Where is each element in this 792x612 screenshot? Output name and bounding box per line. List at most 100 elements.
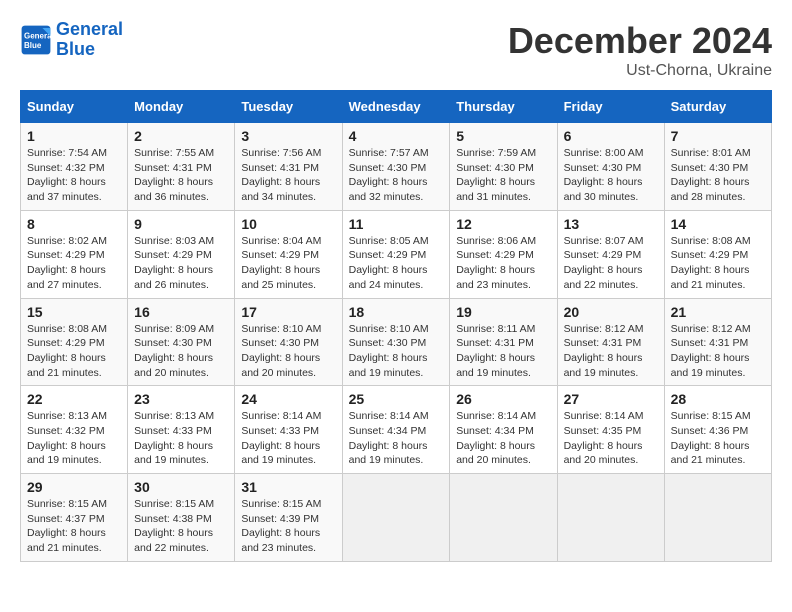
table-row: 22 Sunrise: 8:13 AMSunset: 4:32 PMDaylig…: [21, 386, 128, 474]
day-info: Sunrise: 7:55 AMSunset: 4:31 PMDaylight:…: [134, 147, 214, 203]
day-info: Sunrise: 8:15 AMSunset: 4:39 PMDaylight:…: [241, 498, 321, 554]
day-info: Sunrise: 8:08 AMSunset: 4:29 PMDaylight:…: [27, 323, 107, 379]
day-info: Sunrise: 8:04 AMSunset: 4:29 PMDaylight:…: [241, 235, 321, 291]
day-info: Sunrise: 8:14 AMSunset: 4:35 PMDaylight:…: [564, 410, 644, 466]
table-row: 17 Sunrise: 8:10 AMSunset: 4:30 PMDaylig…: [235, 298, 342, 386]
table-row: [450, 474, 557, 562]
day-number: 3: [241, 128, 335, 144]
day-info: Sunrise: 8:06 AMSunset: 4:29 PMDaylight:…: [456, 235, 536, 291]
col-monday: Monday: [128, 91, 235, 123]
table-row: [664, 474, 771, 562]
table-row: 13 Sunrise: 8:07 AMSunset: 4:29 PMDaylig…: [557, 210, 664, 298]
logo: General Blue General Blue: [20, 20, 123, 60]
col-thursday: Thursday: [450, 91, 557, 123]
day-number: 19: [456, 304, 550, 320]
day-info: Sunrise: 8:02 AMSunset: 4:29 PMDaylight:…: [27, 235, 107, 291]
logo-line1: General: [56, 19, 123, 39]
calendar-row: 1 Sunrise: 7:54 AMSunset: 4:32 PMDayligh…: [21, 123, 772, 211]
svg-text:Blue: Blue: [24, 41, 42, 50]
day-info: Sunrise: 8:03 AMSunset: 4:29 PMDaylight:…: [134, 235, 214, 291]
day-number: 21: [671, 304, 765, 320]
day-info: Sunrise: 8:14 AMSunset: 4:34 PMDaylight:…: [349, 410, 429, 466]
table-row: 16 Sunrise: 8:09 AMSunset: 4:30 PMDaylig…: [128, 298, 235, 386]
day-info: Sunrise: 7:57 AMSunset: 4:30 PMDaylight:…: [349, 147, 429, 203]
col-saturday: Saturday: [664, 91, 771, 123]
day-number: 5: [456, 128, 550, 144]
day-number: 20: [564, 304, 658, 320]
month-title: December 2024: [508, 20, 772, 62]
logo-icon: General Blue: [20, 24, 52, 56]
day-number: 13: [564, 216, 658, 232]
header-row: Sunday Monday Tuesday Wednesday Thursday…: [21, 91, 772, 123]
table-row: 18 Sunrise: 8:10 AMSunset: 4:30 PMDaylig…: [342, 298, 450, 386]
col-tuesday: Tuesday: [235, 91, 342, 123]
day-number: 30: [134, 479, 228, 495]
table-row: 14 Sunrise: 8:08 AMSunset: 4:29 PMDaylig…: [664, 210, 771, 298]
day-info: Sunrise: 8:05 AMSunset: 4:29 PMDaylight:…: [349, 235, 429, 291]
day-info: Sunrise: 8:11 AMSunset: 4:31 PMDaylight:…: [456, 323, 535, 379]
day-number: 16: [134, 304, 228, 320]
day-info: Sunrise: 8:14 AMSunset: 4:33 PMDaylight:…: [241, 410, 321, 466]
day-info: Sunrise: 8:12 AMSunset: 4:31 PMDaylight:…: [564, 323, 644, 379]
day-info: Sunrise: 7:59 AMSunset: 4:30 PMDaylight:…: [456, 147, 536, 203]
table-row: 23 Sunrise: 8:13 AMSunset: 4:33 PMDaylig…: [128, 386, 235, 474]
table-row: 15 Sunrise: 8:08 AMSunset: 4:29 PMDaylig…: [21, 298, 128, 386]
table-row: 2 Sunrise: 7:55 AMSunset: 4:31 PMDayligh…: [128, 123, 235, 211]
location: Ust-Chorna, Ukraine: [508, 62, 772, 80]
day-number: 10: [241, 216, 335, 232]
day-number: 23: [134, 391, 228, 407]
table-row: 8 Sunrise: 8:02 AMSunset: 4:29 PMDayligh…: [21, 210, 128, 298]
table-row: 29 Sunrise: 8:15 AMSunset: 4:37 PMDaylig…: [21, 474, 128, 562]
day-number: 29: [27, 479, 121, 495]
logo-line2: Blue: [56, 39, 95, 59]
calendar-row: 29 Sunrise: 8:15 AMSunset: 4:37 PMDaylig…: [21, 474, 772, 562]
table-row: 11 Sunrise: 8:05 AMSunset: 4:29 PMDaylig…: [342, 210, 450, 298]
day-number: 1: [27, 128, 121, 144]
day-number: 11: [349, 216, 444, 232]
table-row: [342, 474, 450, 562]
day-info: Sunrise: 8:01 AMSunset: 4:30 PMDaylight:…: [671, 147, 751, 203]
day-number: 18: [349, 304, 444, 320]
table-row: 25 Sunrise: 8:14 AMSunset: 4:34 PMDaylig…: [342, 386, 450, 474]
col-sunday: Sunday: [21, 91, 128, 123]
calendar-row: 8 Sunrise: 8:02 AMSunset: 4:29 PMDayligh…: [21, 210, 772, 298]
table-row: 7 Sunrise: 8:01 AMSunset: 4:30 PMDayligh…: [664, 123, 771, 211]
day-info: Sunrise: 8:00 AMSunset: 4:30 PMDaylight:…: [564, 147, 644, 203]
col-wednesday: Wednesday: [342, 91, 450, 123]
day-number: 26: [456, 391, 550, 407]
table-row: 5 Sunrise: 7:59 AMSunset: 4:30 PMDayligh…: [450, 123, 557, 211]
day-number: 8: [27, 216, 121, 232]
day-number: 4: [349, 128, 444, 144]
day-info: Sunrise: 8:10 AMSunset: 4:30 PMDaylight:…: [349, 323, 429, 379]
day-info: Sunrise: 8:15 AMSunset: 4:38 PMDaylight:…: [134, 498, 214, 554]
day-info: Sunrise: 8:15 AMSunset: 4:36 PMDaylight:…: [671, 410, 751, 466]
day-info: Sunrise: 8:10 AMSunset: 4:30 PMDaylight:…: [241, 323, 321, 379]
table-row: 19 Sunrise: 8:11 AMSunset: 4:31 PMDaylig…: [450, 298, 557, 386]
day-number: 6: [564, 128, 658, 144]
day-info: Sunrise: 8:14 AMSunset: 4:34 PMDaylight:…: [456, 410, 536, 466]
day-number: 12: [456, 216, 550, 232]
day-number: 22: [27, 391, 121, 407]
table-row: 1 Sunrise: 7:54 AMSunset: 4:32 PMDayligh…: [21, 123, 128, 211]
day-number: 31: [241, 479, 335, 495]
day-info: Sunrise: 7:56 AMSunset: 4:31 PMDaylight:…: [241, 147, 321, 203]
day-number: 15: [27, 304, 121, 320]
calendar-row: 22 Sunrise: 8:13 AMSunset: 4:32 PMDaylig…: [21, 386, 772, 474]
table-row: 3 Sunrise: 7:56 AMSunset: 4:31 PMDayligh…: [235, 123, 342, 211]
table-row: [557, 474, 664, 562]
table-row: 28 Sunrise: 8:15 AMSunset: 4:36 PMDaylig…: [664, 386, 771, 474]
day-number: 14: [671, 216, 765, 232]
table-row: 6 Sunrise: 8:00 AMSunset: 4:30 PMDayligh…: [557, 123, 664, 211]
calendar-table: Sunday Monday Tuesday Wednesday Thursday…: [20, 90, 772, 562]
day-info: Sunrise: 8:13 AMSunset: 4:33 PMDaylight:…: [134, 410, 214, 466]
day-number: 28: [671, 391, 765, 407]
table-row: 30 Sunrise: 8:15 AMSunset: 4:38 PMDaylig…: [128, 474, 235, 562]
day-info: Sunrise: 8:09 AMSunset: 4:30 PMDaylight:…: [134, 323, 214, 379]
page-header: General Blue General Blue December 2024 …: [20, 20, 772, 80]
day-number: 17: [241, 304, 335, 320]
table-row: 24 Sunrise: 8:14 AMSunset: 4:33 PMDaylig…: [235, 386, 342, 474]
day-info: Sunrise: 8:12 AMSunset: 4:31 PMDaylight:…: [671, 323, 751, 379]
table-row: 20 Sunrise: 8:12 AMSunset: 4:31 PMDaylig…: [557, 298, 664, 386]
table-row: 10 Sunrise: 8:04 AMSunset: 4:29 PMDaylig…: [235, 210, 342, 298]
day-number: 25: [349, 391, 444, 407]
